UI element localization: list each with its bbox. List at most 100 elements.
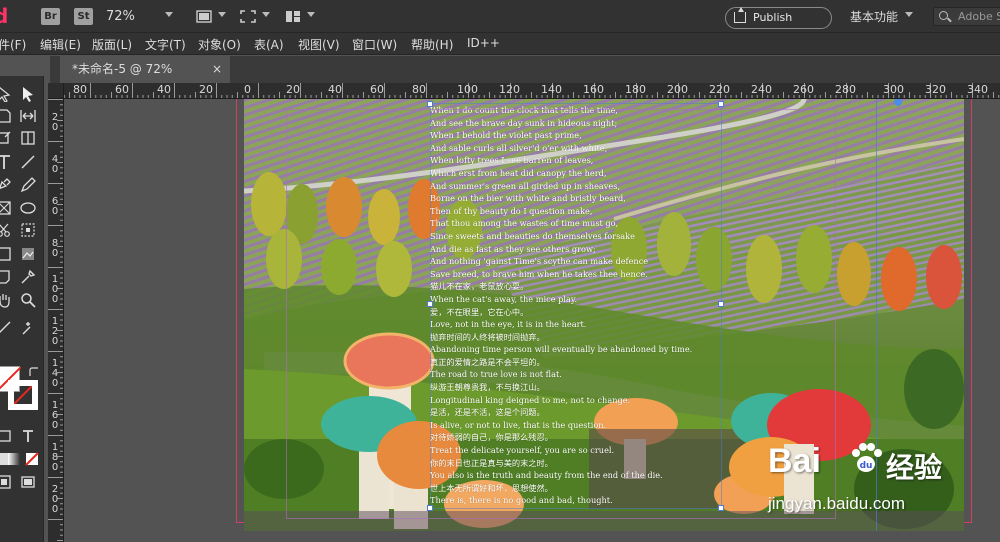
baidu-paw-icon: du: [852, 443, 882, 472]
stroke-swatch[interactable]: [8, 380, 38, 410]
menu-help[interactable]: 帮助(H): [411, 36, 453, 53]
menu-bar: 件(F) 编辑(E) 版面(L) 文字(T) 对象(O) 表(A) 视图(V) …: [0, 33, 1000, 55]
h-ruler-label: 20: [199, 83, 213, 96]
frame-handle[interactable]: [718, 101, 724, 107]
h-ruler-label: 280: [835, 83, 856, 96]
h-ruler-label: 200: [667, 83, 688, 96]
content-collector-icon[interactable]: [0, 130, 12, 146]
view-options-chevron-icon[interactable]: [262, 12, 270, 17]
upload-icon: [734, 7, 746, 23]
h-ruler-label: 80: [73, 83, 87, 96]
pen-tool-icon[interactable]: [0, 177, 12, 193]
column-tool-icon[interactable]: [20, 130, 36, 146]
free-transform-tool-icon[interactable]: [20, 222, 36, 238]
gradient-swatch-tool-icon[interactable]: [0, 246, 12, 262]
h-ruler-label: 60: [370, 83, 384, 96]
rectangle-frame-tool-icon[interactable]: [0, 200, 12, 216]
screen-mode-icon[interactable]: [196, 10, 212, 23]
publish-online-button[interactable]: Publish Online: [725, 7, 832, 44]
app-bar: d Br St 72% Publish Online 基本功能 Adobe S: [0, 0, 1000, 44]
v-ruler-label: 1 6 0: [51, 400, 59, 431]
pencil-tool-icon[interactable]: [20, 177, 36, 193]
magic-wand-tool-icon[interactable]: [20, 320, 36, 336]
adobe-stock-search-input[interactable]: Adobe S: [933, 7, 1000, 26]
stock-button[interactable]: St: [74, 8, 93, 25]
h-ruler-label: 20: [286, 83, 300, 96]
line-tool-icon[interactable]: [20, 154, 36, 170]
indesign-logo: d: [0, 4, 9, 28]
direct-selection-tool-icon[interactable]: [0, 86, 12, 102]
menu-object[interactable]: 对象(O): [198, 36, 241, 53]
watermark-brand-cn: 经验: [886, 451, 943, 484]
screen-mode-chevron-icon[interactable]: [218, 12, 226, 17]
watermark-url: jingyan.baidu.com: [768, 494, 906, 513]
menu-table[interactable]: 表(A): [254, 36, 284, 53]
vertical-ruler[interactable]: 2 0 4 0 6 0 8 0 1 0 0 1 2 0 1 4 0 1 6 0 …: [48, 99, 64, 542]
v-ruler-label: 1 0 0: [51, 274, 59, 305]
selection-tool-icon[interactable]: [20, 86, 36, 102]
document-tab[interactable]: *未命名-5 @ 72% ×: [60, 56, 230, 83]
h-ruler-label: 60: [115, 83, 129, 96]
page-tool-icon[interactable]: [0, 108, 12, 124]
gradient-feather-tool-icon[interactable]: [20, 246, 36, 262]
menu-id-plus[interactable]: ID++: [467, 36, 500, 50]
zoom-level-field[interactable]: 72%: [106, 9, 135, 24]
menu-layout[interactable]: 版面(L): [92, 36, 132, 53]
h-ruler-label: 80: [412, 83, 426, 96]
h-ruler-label: 0: [244, 83, 251, 96]
h-ruler-label: 140: [541, 83, 562, 96]
scissors-tool-icon[interactable]: [0, 222, 12, 238]
swap-fill-stroke-icon[interactable]: [28, 366, 40, 378]
h-ruler-label: 340: [967, 83, 988, 96]
h-ruler-label: 220: [709, 83, 730, 96]
workspace-switcher[interactable]: 基本功能: [850, 8, 898, 25]
horizontal-ruler[interactable]: 80 60 40 20 0 20 40 60 80 100 120 140 16…: [48, 83, 1000, 99]
note-tool-icon[interactable]: [0, 269, 12, 285]
view-options-icon[interactable]: [240, 10, 256, 23]
normal-view-mode-icon[interactable]: [0, 474, 12, 490]
document-tab-title: *未命名-5 @ 72%: [72, 62, 173, 76]
v-ruler-label: 1 8 0: [51, 442, 59, 473]
menu-edit[interactable]: 编辑(E): [40, 36, 81, 53]
screen-mode-tool-icon[interactable]: [20, 474, 36, 490]
arrange-documents-icon[interactable]: [285, 10, 301, 23]
h-ruler-label: 240: [751, 83, 772, 96]
watermark-brand: Bai: [768, 442, 821, 480]
menu-window[interactable]: 窗口(W): [352, 36, 397, 53]
measure-tool-icon[interactable]: [0, 320, 12, 336]
v-ruler-label: 8 0: [51, 238, 59, 259]
v-ruler-label: 2 0 0: [51, 484, 59, 515]
workspace-chevron-icon[interactable]: [905, 12, 913, 17]
margin-guide: [286, 109, 836, 519]
menu-view[interactable]: 视图(V): [298, 36, 340, 53]
eyedropper-tool-icon[interactable]: [20, 269, 36, 285]
v-ruler-label: 4 0: [51, 154, 59, 175]
apply-none-icon[interactable]: [24, 451, 40, 467]
zoom-tool-icon[interactable]: [20, 292, 36, 308]
apply-gradient-icon[interactable]: [6, 451, 22, 467]
h-ruler-label: 180: [625, 83, 646, 96]
h-ruler-label: 300: [883, 83, 904, 96]
zoom-dropdown-chevron-icon[interactable]: [165, 12, 173, 17]
formatting-text-icon[interactable]: [20, 428, 36, 444]
ellipse-tool-icon[interactable]: [20, 200, 36, 216]
close-tab-icon[interactable]: ×: [212, 56, 222, 83]
search-icon: [939, 11, 948, 20]
h-ruler-label: 100: [457, 83, 478, 96]
type-tool-icon[interactable]: [0, 154, 12, 170]
arrange-documents-chevron-icon[interactable]: [307, 12, 315, 17]
ruler-corner[interactable]: [48, 83, 64, 99]
h-ruler-label: 160: [583, 83, 604, 96]
h-ruler-label: 120: [499, 83, 520, 96]
tools-panel: [0, 76, 44, 542]
baidu-jingyan-watermark: Bai du 经验 jingyan.baidu.com: [768, 442, 998, 522]
formatting-container-icon[interactable]: [0, 428, 12, 444]
gap-tool-icon[interactable]: [20, 108, 36, 124]
v-ruler-label: 1 2 0: [51, 316, 59, 347]
frame-handle[interactable]: [427, 101, 433, 107]
hand-tool-icon[interactable]: [0, 292, 12, 308]
menu-file[interactable]: 件(F): [0, 36, 26, 53]
menu-type[interactable]: 文字(T): [145, 36, 186, 53]
svg-text:du: du: [860, 461, 873, 471]
bridge-button[interactable]: Br: [41, 8, 60, 25]
